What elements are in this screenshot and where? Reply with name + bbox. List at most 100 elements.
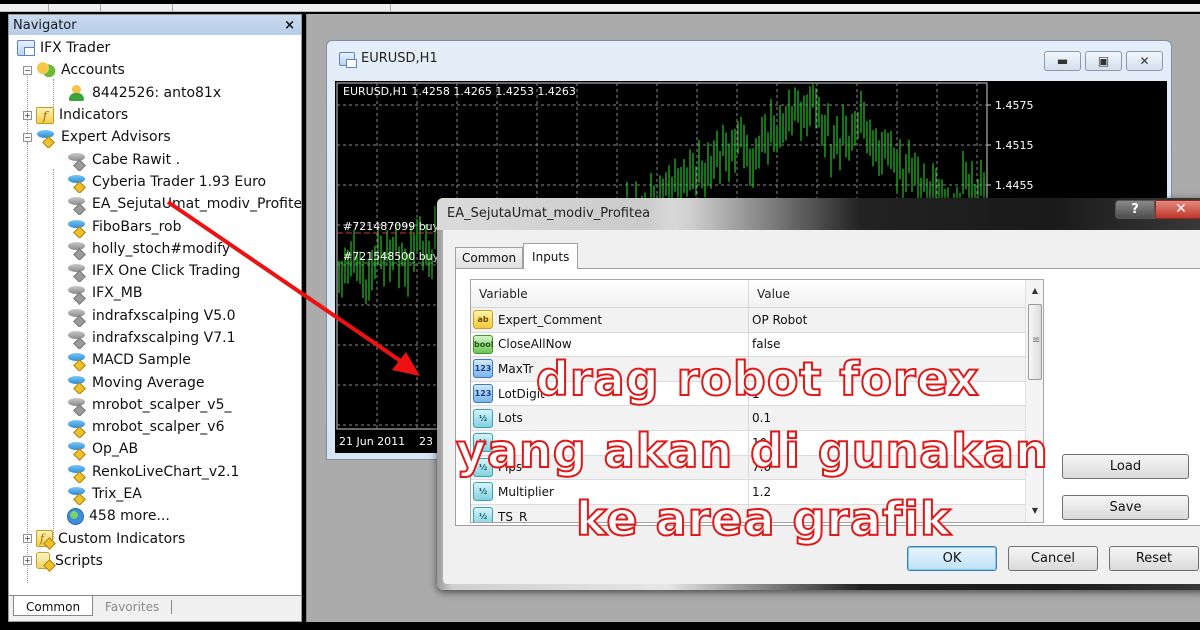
table-row[interactable]: ½ Lots 0.1	[471, 406, 1043, 431]
table-row[interactable]: ½ 10	[471, 430, 1043, 456]
expert-advisor-disabled-icon	[67, 195, 87, 213]
vertical-scrollbar[interactable]: ▲ ▼	[1025, 280, 1043, 522]
navigator-tabs: Common Favorites	[9, 595, 301, 621]
column-header-value[interactable]: Value	[749, 280, 1027, 307]
cancel-button[interactable]: Cancel	[1008, 546, 1098, 571]
tree-root-ifx-trader[interactable]: IFX Trader	[9, 37, 301, 59]
table-row[interactable]: ½ Pips 7.0	[471, 455, 1043, 481]
close-button[interactable]: ✕	[1126, 51, 1163, 71]
tab-common[interactable]: Common	[455, 247, 524, 268]
close-icon[interactable]: ×	[284, 18, 295, 33]
tree-item-expert-advisor[interactable]: IFX_MB	[9, 282, 301, 304]
table-row[interactable]: ab Expert_Comment OP Robot	[471, 308, 1043, 333]
tree-item-expert-advisor[interactable]: 458 more...	[9, 505, 301, 527]
collapse-icon[interactable]: −	[23, 132, 32, 142]
tree-item-expert-advisor[interactable]: mrobot_scalper_v5_	[9, 394, 301, 416]
tree-item-expert-advisor[interactable]: Trix_EA	[9, 483, 301, 505]
order-label: #721548500 buy	[343, 250, 440, 263]
table-header: Variable Value	[471, 280, 1043, 308]
tree-item-label: Cyberia Trader 1.93 Euro	[92, 173, 267, 190]
value-cell[interactable]: 0.1	[749, 411, 1027, 425]
tree-node-scripts[interactable]: + Scripts	[9, 550, 301, 572]
tab-common[interactable]: Common	[13, 596, 94, 616]
tree-item-expert-advisor[interactable]: Moving Average	[9, 371, 301, 393]
value-cell[interactable]: 1.2	[749, 485, 1027, 499]
inputs-panel: Variable Value ab Expert_Comment OP Robot b…	[455, 268, 1200, 526]
value-cell[interactable]: 7.0	[749, 460, 1027, 474]
load-button[interactable]: Load	[1062, 454, 1189, 479]
tree-item-account[interactable]: 8442526: anto81x	[9, 82, 301, 104]
table-row[interactable]: bool CloseAllNow false	[471, 332, 1043, 358]
tree-item-expert-advisor[interactable]: RenkoLiveChart_v2.1	[9, 461, 301, 483]
tree-item-expert-advisor[interactable]: mrobot_scalper_v6	[9, 416, 301, 438]
tree-item-expert-advisor[interactable]: EA_SejutaUmat_modiv_Profitea	[9, 193, 301, 215]
tree-item-expert-advisor[interactable]: indrafxscalping V7.1	[9, 327, 301, 349]
tree-node-accounts[interactable]: − Accounts	[9, 59, 301, 81]
table-row[interactable]: 123 LotDigit 1	[471, 381, 1043, 407]
time-tick-label: 21 Jun 2011	[339, 435, 405, 448]
tab-favorites[interactable]: Favorites	[93, 600, 173, 614]
integer-type-icon: 123	[473, 384, 493, 404]
expert-advisor-icon	[36, 128, 56, 146]
table-row[interactable]: 123 MaxTr	[471, 357, 1043, 382]
expand-icon[interactable]: +	[23, 534, 32, 544]
minimize-button[interactable]: ▬	[1044, 51, 1081, 71]
tree-item-expert-advisor[interactable]: MACD Sample	[9, 349, 301, 371]
column-header-variable[interactable]: Variable	[471, 280, 749, 307]
value-cell[interactable]: OP Robot	[749, 313, 1027, 327]
tree-item-expert-advisor[interactable]: holly_stoch#modify	[9, 238, 301, 260]
tree-item-label: 8442526: anto81x	[92, 84, 222, 101]
variable-cell: ab Expert_Comment	[471, 308, 749, 332]
table-row[interactable]: ½ Multiplier 1.2	[471, 480, 1043, 505]
expert-advisor-disabled-icon	[67, 151, 87, 169]
table-row[interactable]: ½ TS_R	[471, 504, 1043, 522]
scroll-down-icon[interactable]: ▼	[1026, 502, 1043, 520]
tree-node-expert-advisors[interactable]: − Expert Advisors	[9, 126, 301, 148]
help-button[interactable]: ?	[1115, 200, 1155, 219]
scroll-up-icon[interactable]: ▲	[1026, 282, 1043, 300]
variable-cell: ½ Lots	[471, 406, 749, 430]
screen-edge	[0, 0, 1200, 4]
scroll-thumb[interactable]	[1028, 304, 1042, 380]
value-cell[interactable]: 1	[749, 387, 1027, 401]
dialog-close-button[interactable]: ✕	[1155, 200, 1200, 219]
tree-item-expert-advisor[interactable]: Op_AB	[9, 438, 301, 460]
double-type-icon: ½	[473, 433, 493, 453]
collapse-icon[interactable]: −	[23, 65, 32, 75]
tree-node-indicators[interactable]: + f Indicators	[9, 104, 301, 126]
double-type-icon: ½	[473, 507, 493, 522]
tree-node-custom-indicators[interactable]: + f Custom Indicators	[9, 528, 301, 550]
variable-cell: ½ Pips	[471, 455, 749, 480]
tree-node-label: Accounts	[61, 62, 125, 79]
string-type-icon: ab	[473, 310, 493, 330]
tree-item-expert-advisor[interactable]: FiboBars_rob	[9, 215, 301, 237]
value-cell[interactable]: 10	[749, 436, 1027, 450]
expert-advisor-disabled-icon	[67, 284, 87, 302]
tree-item-label: holly_stoch#modify	[92, 240, 231, 257]
expert-advisor-icon	[67, 173, 87, 191]
tree-item-expert-advisor[interactable]: Cyberia Trader 1.93 Euro	[9, 171, 301, 193]
tree-item-expert-advisor[interactable]: indrafxscalping V5.0	[9, 305, 301, 327]
chart-window-title: EURUSD,H1	[361, 51, 438, 66]
expand-icon[interactable]: +	[23, 110, 32, 120]
tree-item-expert-advisor[interactable]: Cabe Rawit .	[9, 148, 301, 170]
price-tick-label: 1.4515	[995, 139, 1034, 152]
variable-name: Pips	[498, 460, 523, 475]
tree-item-label: FiboBars_rob	[92, 218, 182, 235]
function-icon: f	[36, 106, 54, 124]
reset-button[interactable]: Reset	[1109, 546, 1199, 571]
tab-inputs[interactable]: Inputs	[523, 243, 579, 269]
tree-item-expert-advisor[interactable]: IFX One Click Trading	[9, 260, 301, 282]
inputs-table: Variable Value ab Expert_Comment OP Robot b…	[470, 279, 1044, 523]
dialog-titlebar[interactable]: EA_SejutaUmat_modiv_Profitea ? ✕	[437, 198, 1200, 230]
expand-icon[interactable]: +	[23, 556, 32, 566]
expert-advisor-disabled-icon	[67, 240, 87, 258]
variable-cell: 123 MaxTr	[471, 357, 749, 381]
ok-button[interactable]: OK	[907, 546, 997, 571]
value-cell[interactable]: false	[749, 337, 1027, 351]
restore-button[interactable]: ▣	[1085, 51, 1122, 71]
tree-item-label: Cabe Rawit .	[92, 151, 181, 168]
save-button[interactable]: Save	[1062, 495, 1189, 520]
tree-root-label: IFX Trader	[40, 40, 111, 57]
time-tick-label: 23	[419, 435, 433, 448]
